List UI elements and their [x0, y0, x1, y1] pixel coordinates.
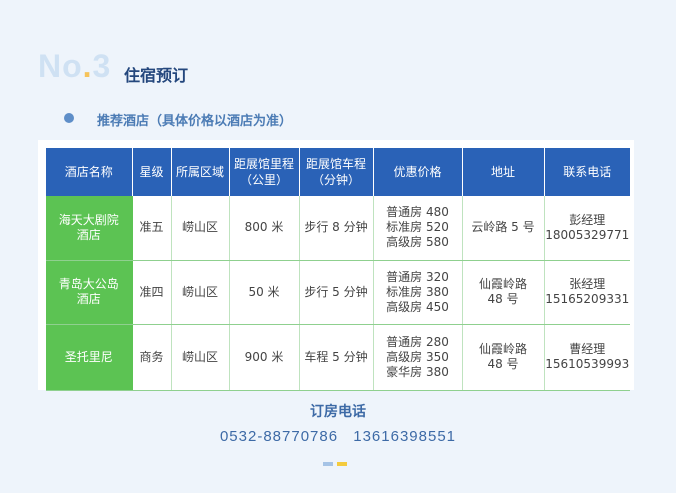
header-distance: 距展馆里程 （公里）: [229, 148, 300, 196]
hotel-name-cell: 圣托里尼: [46, 324, 133, 391]
section-title: 住宿预订: [124, 66, 189, 85]
table-row: 圣托里尼 商务 崂山区 900 米 车程 5 分钟 普通房 280 高级房 350…: [46, 324, 630, 391]
hotel-table-container: 酒店名称 星级 所属区域 距展馆里程 （公里） 距展馆车程 （分钟） 优惠价格 …: [38, 140, 634, 391]
header-price: 优惠价格: [373, 148, 463, 196]
star-cell: 商务: [132, 324, 172, 391]
booking-title: 订房电话: [310, 404, 366, 420]
section-number: No.3: [38, 48, 112, 84]
booking-phone-landline: 0532-88770786: [219, 428, 339, 445]
price-cell: 普通房 280 高级房 350 豪华房 380: [373, 324, 463, 391]
contact-cell: 曹经理 15610539993: [544, 324, 630, 391]
booking-phone-mobile: 13616398551: [353, 428, 457, 445]
address-cell: 云岭路 5 号: [462, 196, 545, 261]
bullet-dot-icon: [64, 113, 74, 123]
contact-cell: 彭经理 18005329771: [544, 196, 630, 261]
area-cell: 崂山区: [171, 260, 230, 325]
contact-cell: 张经理 15165209331: [544, 260, 630, 325]
star-cell: 准五: [132, 196, 172, 261]
drive-time-cell: 车程 5 分钟: [299, 324, 374, 391]
table-row: 青岛大公岛 酒店 准四 崂山区 50 米 步行 5 分钟 普通房 320 标准房 3…: [46, 260, 630, 325]
header-phone: 联系电话: [544, 148, 630, 196]
subtitle: 推荐酒店（具体价格以酒店为准）: [97, 114, 293, 129]
address-cell: 仙霞岭路 48 号: [462, 324, 545, 391]
header-address: 地址: [462, 148, 545, 196]
address-cell: 仙霞岭路 48 号: [462, 260, 545, 325]
distance-cell: 800 米: [229, 196, 300, 261]
header-hotel-name: 酒店名称: [46, 148, 133, 196]
drive-time-cell: 步行 5 分钟: [299, 260, 374, 325]
header-star: 星级: [132, 148, 172, 196]
header-drive-time: 距展馆车程 （分钟）: [299, 148, 374, 196]
area-cell: 崂山区: [171, 196, 230, 261]
hotel-table: 酒店名称 星级 所属区域 距展馆里程 （公里） 距展馆车程 （分钟） 优惠价格 …: [46, 148, 630, 391]
hotel-name-cell: 青岛大公岛 酒店: [46, 260, 133, 325]
distance-cell: 50 米: [229, 260, 300, 325]
star-cell: 准四: [132, 260, 172, 325]
hotel-name-cell: 海天大剧院 酒店: [46, 196, 133, 261]
booking-phones: 0532-88770786 13616398551: [0, 428, 676, 445]
decorative-bar-blue: [323, 462, 333, 466]
distance-cell: 900 米: [229, 324, 300, 391]
price-cell: 普通房 480 标准房 520 高级房 580: [373, 196, 463, 261]
header-area: 所属区域: [171, 148, 230, 196]
table-row: 海天大剧院 酒店 准五 崂山区 800 米 步行 8 分钟 普通房 480 标准房 …: [46, 196, 630, 261]
area-cell: 崂山区: [171, 324, 230, 391]
table-header-row: 酒店名称 星级 所属区域 距展馆里程 （公里） 距展馆车程 （分钟） 优惠价格 …: [46, 148, 630, 196]
price-cell: 普通房 320 标准房 380 高级房 450: [373, 260, 463, 325]
drive-time-cell: 步行 8 分钟: [299, 196, 374, 261]
decorative-bar-yellow: [337, 462, 347, 466]
